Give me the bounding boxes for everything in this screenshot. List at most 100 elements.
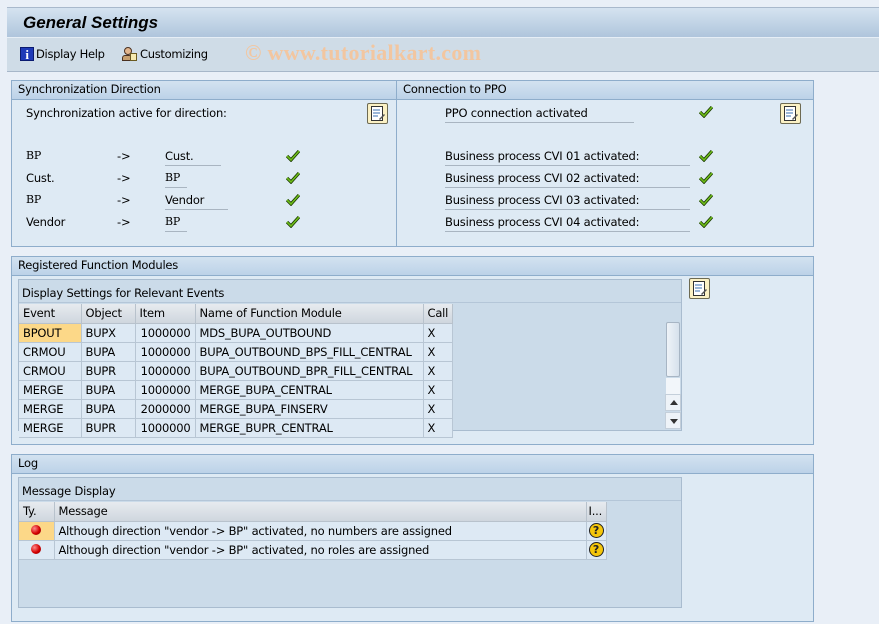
log-title: Log bbox=[12, 455, 813, 474]
cell-object[interactable]: BUPR bbox=[81, 361, 136, 381]
sync-arrow: -> bbox=[117, 193, 131, 207]
cell-object[interactable]: BUPA bbox=[81, 342, 136, 362]
function-modules-group: Registered Function Modules Display Sett… bbox=[11, 256, 814, 445]
sync-arrow: -> bbox=[117, 171, 131, 185]
sync-from: BP bbox=[26, 149, 42, 162]
column-header-call[interactable]: Call bbox=[423, 304, 454, 324]
column-header-function-module[interactable]: Name of Function Module bbox=[195, 304, 424, 324]
info-icon: i bbox=[20, 47, 34, 62]
table-row[interactable]: CRMOU BUPR 1000000 BUPA_OUTBOUND_BPR_FILL_C… bbox=[19, 361, 454, 381]
table-row[interactable]: MERGE BUPR 1000000 MERGE_BUPR_CENTRAL X bbox=[19, 418, 454, 438]
cell-info[interactable]: ? bbox=[586, 540, 607, 560]
message-display-table: Message Display Ty. Message I... Althoug… bbox=[18, 477, 682, 608]
column-header-object[interactable]: Object bbox=[81, 304, 136, 324]
sync-details-button[interactable] bbox=[367, 103, 388, 124]
column-header-info[interactable]: I... bbox=[586, 502, 607, 522]
cell-item[interactable]: 1000000 bbox=[135, 418, 196, 438]
cell-call[interactable]: X bbox=[423, 399, 454, 419]
table-row[interactable]: CRMOU BUPA 1000000 BUPA_OUTBOUND_BPS_FILL_C… bbox=[19, 342, 454, 362]
table-row[interactable]: BPOUT BUPX 1000000 MDS_BUPA_OUTBOUND X bbox=[19, 323, 454, 343]
watermark: © www.tutorialkart.com bbox=[245, 40, 482, 65]
column-header-message[interactable]: Message bbox=[54, 502, 587, 522]
cell-call[interactable]: X bbox=[423, 380, 454, 400]
cell-item[interactable]: 1000000 bbox=[135, 323, 196, 343]
cell-function-module[interactable]: MERGE_BUPA_FINSERV bbox=[195, 399, 424, 419]
sync-from: BP bbox=[26, 193, 42, 206]
cell-function-module[interactable]: BUPA_OUTBOUND_BPS_FILL_CENTRAL bbox=[195, 342, 424, 362]
cell-call[interactable]: X bbox=[423, 323, 454, 343]
help-icon[interactable]: ? bbox=[588, 523, 604, 538]
cell-object[interactable]: BUPR bbox=[81, 418, 136, 438]
table-row[interactable]: MERGE BUPA 1000000 MERGE_BUPA_CENTRAL X bbox=[19, 380, 454, 400]
document-edit-icon bbox=[371, 106, 385, 121]
cell-type[interactable] bbox=[19, 521, 55, 541]
customizing-icon bbox=[121, 46, 138, 62]
cell-call[interactable]: X bbox=[423, 361, 454, 381]
cell-function-module[interactable]: MDS_BUPA_OUTBOUND bbox=[195, 323, 424, 343]
sync-from: Vendor bbox=[26, 215, 66, 229]
check-icon bbox=[286, 172, 300, 184]
cell-event[interactable]: MERGE bbox=[19, 399, 82, 419]
display-help-label: Display Help bbox=[36, 47, 105, 61]
message-grid: Ty. Message I... Although direction "ven… bbox=[19, 502, 607, 560]
column-header-type[interactable]: Ty. bbox=[19, 502, 55, 522]
log-group: Log Message Display Ty. Message I... Alt… bbox=[11, 454, 814, 622]
table-header-row: Ty. Message I... bbox=[19, 502, 607, 522]
sync-direction-group: Synchronization Direction Synchronizatio… bbox=[11, 80, 397, 247]
cell-object[interactable]: BUPA bbox=[81, 380, 136, 400]
cell-event[interactable]: MERGE bbox=[19, 418, 82, 438]
cell-message[interactable]: Although direction "vendor -> BP" activa… bbox=[54, 540, 587, 560]
ppo-details-button[interactable] bbox=[780, 103, 801, 124]
cell-event[interactable]: CRMOU bbox=[19, 342, 82, 362]
function-modules-grid: Event Object Item Name of Function Modul… bbox=[19, 304, 454, 438]
error-led-icon bbox=[31, 524, 42, 535]
cell-item[interactable]: 1000000 bbox=[135, 361, 196, 381]
cell-function-module[interactable]: MERGE_BUPR_CENTRAL bbox=[195, 418, 424, 438]
display-help-button[interactable]: i Display Help bbox=[20, 45, 105, 63]
check-icon bbox=[699, 216, 713, 228]
cell-event[interactable]: MERGE bbox=[19, 380, 82, 400]
error-led-icon bbox=[31, 543, 42, 554]
help-icon[interactable]: ? bbox=[588, 542, 604, 557]
cell-event[interactable]: CRMOU bbox=[19, 361, 82, 381]
scrollbar-thumb[interactable] bbox=[666, 322, 680, 377]
cell-item[interactable]: 2000000 bbox=[135, 399, 196, 419]
cell-function-module[interactable]: MERGE_BUPA_CENTRAL bbox=[195, 380, 424, 400]
customizing-button[interactable]: Customizing bbox=[121, 45, 208, 63]
cell-call[interactable]: X bbox=[423, 418, 454, 438]
cell-function-module[interactable]: BUPA_OUTBOUND_BPR_FILL_CENTRAL bbox=[195, 361, 424, 381]
document-edit-icon bbox=[693, 281, 707, 296]
cell-call[interactable]: X bbox=[423, 342, 454, 362]
cell-type[interactable] bbox=[19, 540, 55, 560]
sync-arrow: -> bbox=[117, 149, 131, 163]
cell-event[interactable]: BPOUT bbox=[19, 323, 82, 343]
column-header-item[interactable]: Item bbox=[135, 304, 196, 324]
ppo-connection-label: PPO connection activated bbox=[445, 106, 634, 123]
ppo-process-label: Business process CVI 02 activated: bbox=[445, 171, 690, 188]
sync-to: BP bbox=[165, 171, 187, 188]
check-icon bbox=[286, 194, 300, 206]
scroll-down-button[interactable] bbox=[665, 412, 681, 429]
table-row[interactable]: Although direction "vendor -> BP" activa… bbox=[19, 521, 607, 541]
arrow-down-icon bbox=[670, 419, 678, 424]
function-modules-title: Registered Function Modules bbox=[12, 257, 813, 276]
check-icon bbox=[699, 106, 713, 118]
ppo-process-label: Business process CVI 04 activated: bbox=[445, 215, 690, 232]
scrollbar-track[interactable] bbox=[666, 378, 680, 394]
table-row[interactable]: Although direction "vendor -> BP" activa… bbox=[19, 540, 607, 560]
function-modules-details-button[interactable] bbox=[689, 278, 710, 299]
scroll-up-button[interactable] bbox=[665, 394, 681, 411]
table-row[interactable]: MERGE BUPA 2000000 MERGE_BUPA_FINSERV X bbox=[19, 399, 454, 419]
cell-object[interactable]: BUPA bbox=[81, 399, 136, 419]
cell-item[interactable]: 1000000 bbox=[135, 342, 196, 362]
cell-info[interactable]: ? bbox=[586, 521, 607, 541]
vertical-scrollbar[interactable] bbox=[664, 322, 682, 430]
cell-object[interactable]: BUPX bbox=[81, 323, 136, 343]
sync-to: BP bbox=[165, 215, 187, 232]
ppo-group: Connection to PPO PPO connection activat… bbox=[396, 80, 814, 247]
check-icon bbox=[699, 194, 713, 206]
sync-direction-title: Synchronization Direction bbox=[12, 81, 396, 100]
cell-message[interactable]: Although direction "vendor -> BP" activa… bbox=[54, 521, 587, 541]
cell-item[interactable]: 1000000 bbox=[135, 380, 196, 400]
column-header-event[interactable]: Event bbox=[19, 304, 82, 324]
